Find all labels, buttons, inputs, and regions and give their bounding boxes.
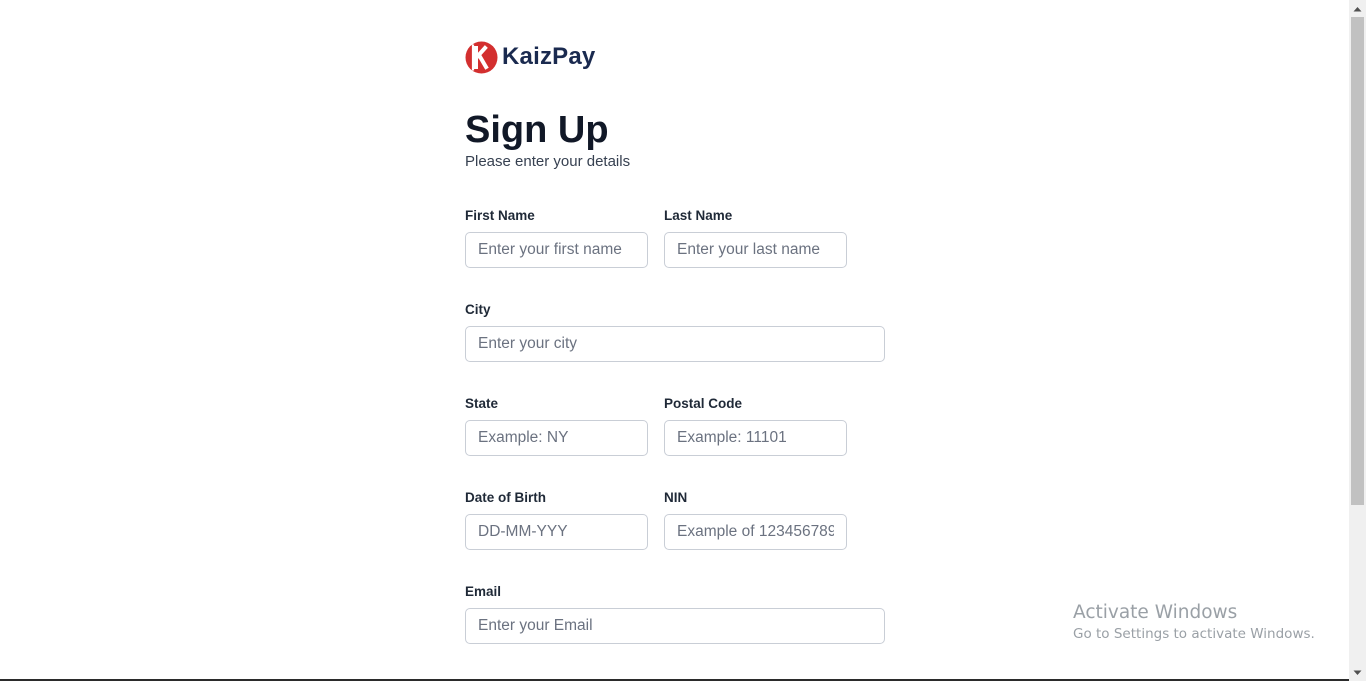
activate-windows-subtitle: Go to Settings to activate Windows. (1073, 626, 1315, 642)
brand-logo[interactable]: KaizPay (465, 40, 595, 74)
city-label: City (465, 302, 491, 317)
email-label: Email (465, 584, 502, 599)
date-of-birth-field: Date of Birth (465, 490, 648, 550)
last-name-label: Last Name (664, 208, 733, 223)
city-input[interactable] (465, 326, 885, 362)
date-of-birth-label: Date of Birth (465, 490, 546, 505)
kaizpay-logo-icon (465, 41, 498, 73)
date-of-birth-input[interactable] (465, 514, 648, 550)
nin-input[interactable] (664, 514, 847, 550)
state-field: State (465, 396, 648, 456)
vertical-scrollbar[interactable] (1349, 0, 1366, 681)
last-name-input[interactable] (664, 232, 847, 268)
state-label: State (465, 396, 499, 411)
first-name-label: First Name (465, 208, 535, 223)
last-name-field: Last Name (664, 208, 847, 268)
city-field: City (465, 302, 885, 362)
scroll-up-arrow-icon[interactable] (1349, 0, 1366, 17)
nin-field: NIN (664, 490, 847, 550)
postal-code-field: Postal Code (664, 396, 847, 456)
activate-windows-title: Activate Windows (1073, 602, 1238, 623)
brand-name: KaizPay (502, 43, 596, 70)
state-input[interactable] (465, 420, 648, 456)
page-title: Sign Up (465, 109, 609, 151)
postal-code-input[interactable] (664, 420, 847, 456)
page: KaizPay Sign Up Please enter your detail… (0, 0, 1366, 681)
scroll-down-arrow-icon[interactable] (1349, 664, 1366, 681)
nin-label: NIN (664, 490, 688, 505)
first-name-field: First Name (465, 208, 648, 268)
activate-windows-watermark: Activate Windows Go to Settings to activ… (1073, 602, 1315, 643)
email-field: Email (465, 584, 885, 644)
scrollbar-thumb[interactable] (1351, 17, 1364, 505)
first-name-input[interactable] (465, 232, 648, 268)
email-input[interactable] (465, 608, 885, 644)
postal-code-label: Postal Code (664, 396, 743, 411)
page-subtitle: Please enter your details (465, 153, 631, 170)
